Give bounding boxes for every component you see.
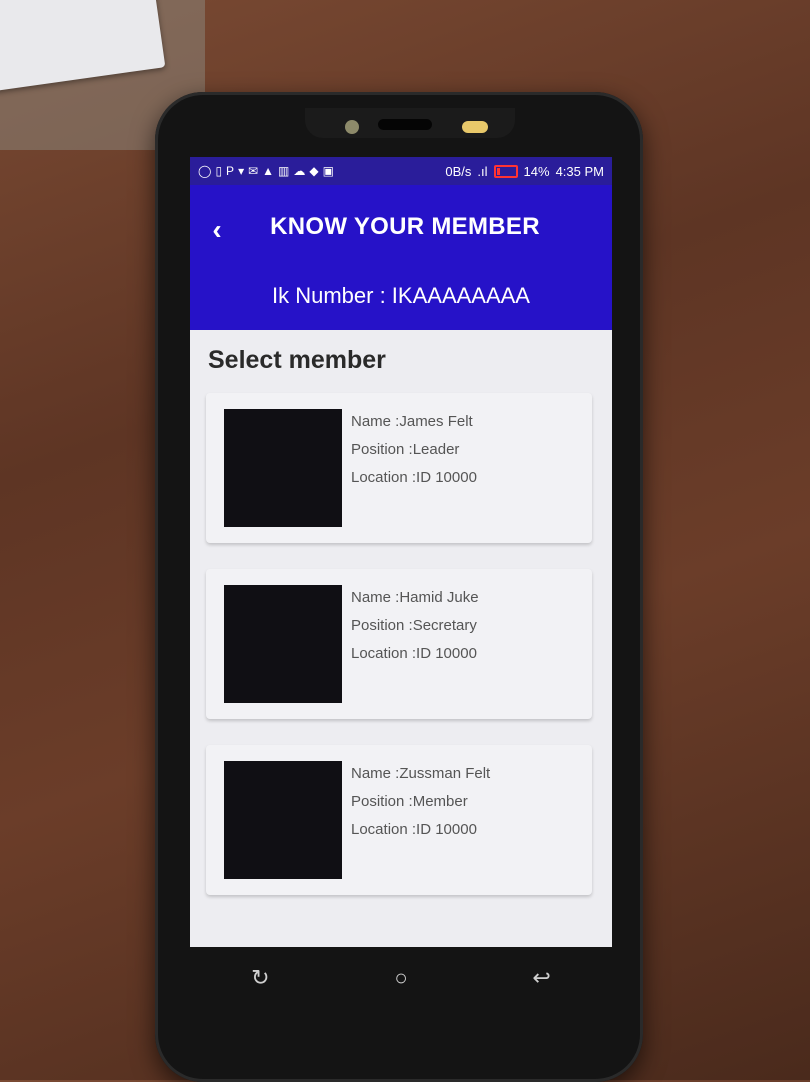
notification-icons: ◯ ▯ P ▾ ✉ ▲ ▥ ☁ ◆ ▣ — [198, 165, 445, 177]
ik-number: Ik Number : IKAAAAAAAA — [272, 283, 530, 308]
member-location: Location :ID 10000 — [351, 645, 477, 662]
member-position: Position :Member — [351, 793, 468, 810]
member-photo — [224, 761, 342, 879]
member-list: Select member Name :James Felt Position … — [190, 346, 612, 895]
member-name: Name :Hamid Juke — [351, 589, 479, 606]
member-info: Name :Hamid Juke Position :Secretary Loc… — [351, 589, 479, 673]
recents-icon[interactable]: ↻ — [240, 965, 280, 991]
home-icon[interactable]: ○ — [381, 965, 421, 991]
member-location: Location :ID 10000 — [351, 821, 477, 838]
member-info: Name :Zussman Felt Position :Member Loca… — [351, 765, 490, 849]
battery-level: 14% — [523, 163, 550, 179]
member-name: Name :Zussman Felt — [351, 765, 491, 782]
p-icon: P — [226, 164, 235, 178]
front-flash — [462, 121, 488, 133]
sd-icon: ▥ — [278, 164, 290, 178]
warning-icon: ▲ — [262, 164, 275, 178]
member-name: Name :James Felt — [351, 413, 473, 430]
section-title: Select member — [208, 346, 386, 374]
front-camera — [345, 120, 359, 134]
member-info: Name :James Felt Position :Leader Locati… — [351, 413, 477, 497]
page-title: KNOW YOUR MEMBER — [270, 213, 540, 240]
member-photo — [224, 409, 342, 527]
mail-icon: ✉ — [248, 164, 259, 178]
network-speed: 0B/s — [445, 163, 472, 179]
chat-icon: ◯ — [198, 164, 212, 178]
cloud-icon: ☁ — [293, 164, 306, 178]
clock: 4:35 PM — [555, 163, 604, 179]
status-right: 0B/s .ıl 14% 4:35 PM — [445, 164, 604, 179]
member-card[interactable]: Name :James Felt Position :Leader Locati… — [206, 393, 592, 543]
back-icon[interactable]: ↩ — [522, 965, 562, 991]
member-position: Position :Leader — [351, 441, 460, 458]
battery-icon — [493, 164, 518, 178]
image-icon: ▣ — [322, 164, 334, 178]
system-nav-bar: ↻ ○ ↩ — [190, 950, 612, 1006]
member-card[interactable]: Name :Zussman Felt Position :Member Loca… — [206, 745, 592, 895]
sim-icon: ▯ — [215, 164, 223, 178]
member-card[interactable]: Name :Hamid Juke Position :Secretary Loc… — [206, 569, 592, 719]
shield-icon: ◆ — [309, 164, 319, 178]
member-photo — [224, 585, 342, 703]
earpiece-speaker — [378, 119, 432, 130]
status-bar: ◯ ▯ P ▾ ✉ ▲ ▥ ☁ ◆ ▣ 0B/s .ıl 14% 4:35 PM — [190, 157, 612, 185]
shirt-icon: ▾ — [238, 164, 245, 178]
member-position: Position :Secretary — [351, 617, 477, 634]
app-screen: ◯ ▯ P ▾ ✉ ▲ ▥ ☁ ◆ ▣ 0B/s .ıl 14% 4:35 PM… — [190, 157, 612, 947]
member-location: Location :ID 10000 — [351, 469, 477, 486]
app-header: ‹ KNOW YOUR MEMBER Ik Number : IKAAAAAAA… — [190, 185, 612, 330]
signal-icon: .ıl — [477, 163, 488, 179]
